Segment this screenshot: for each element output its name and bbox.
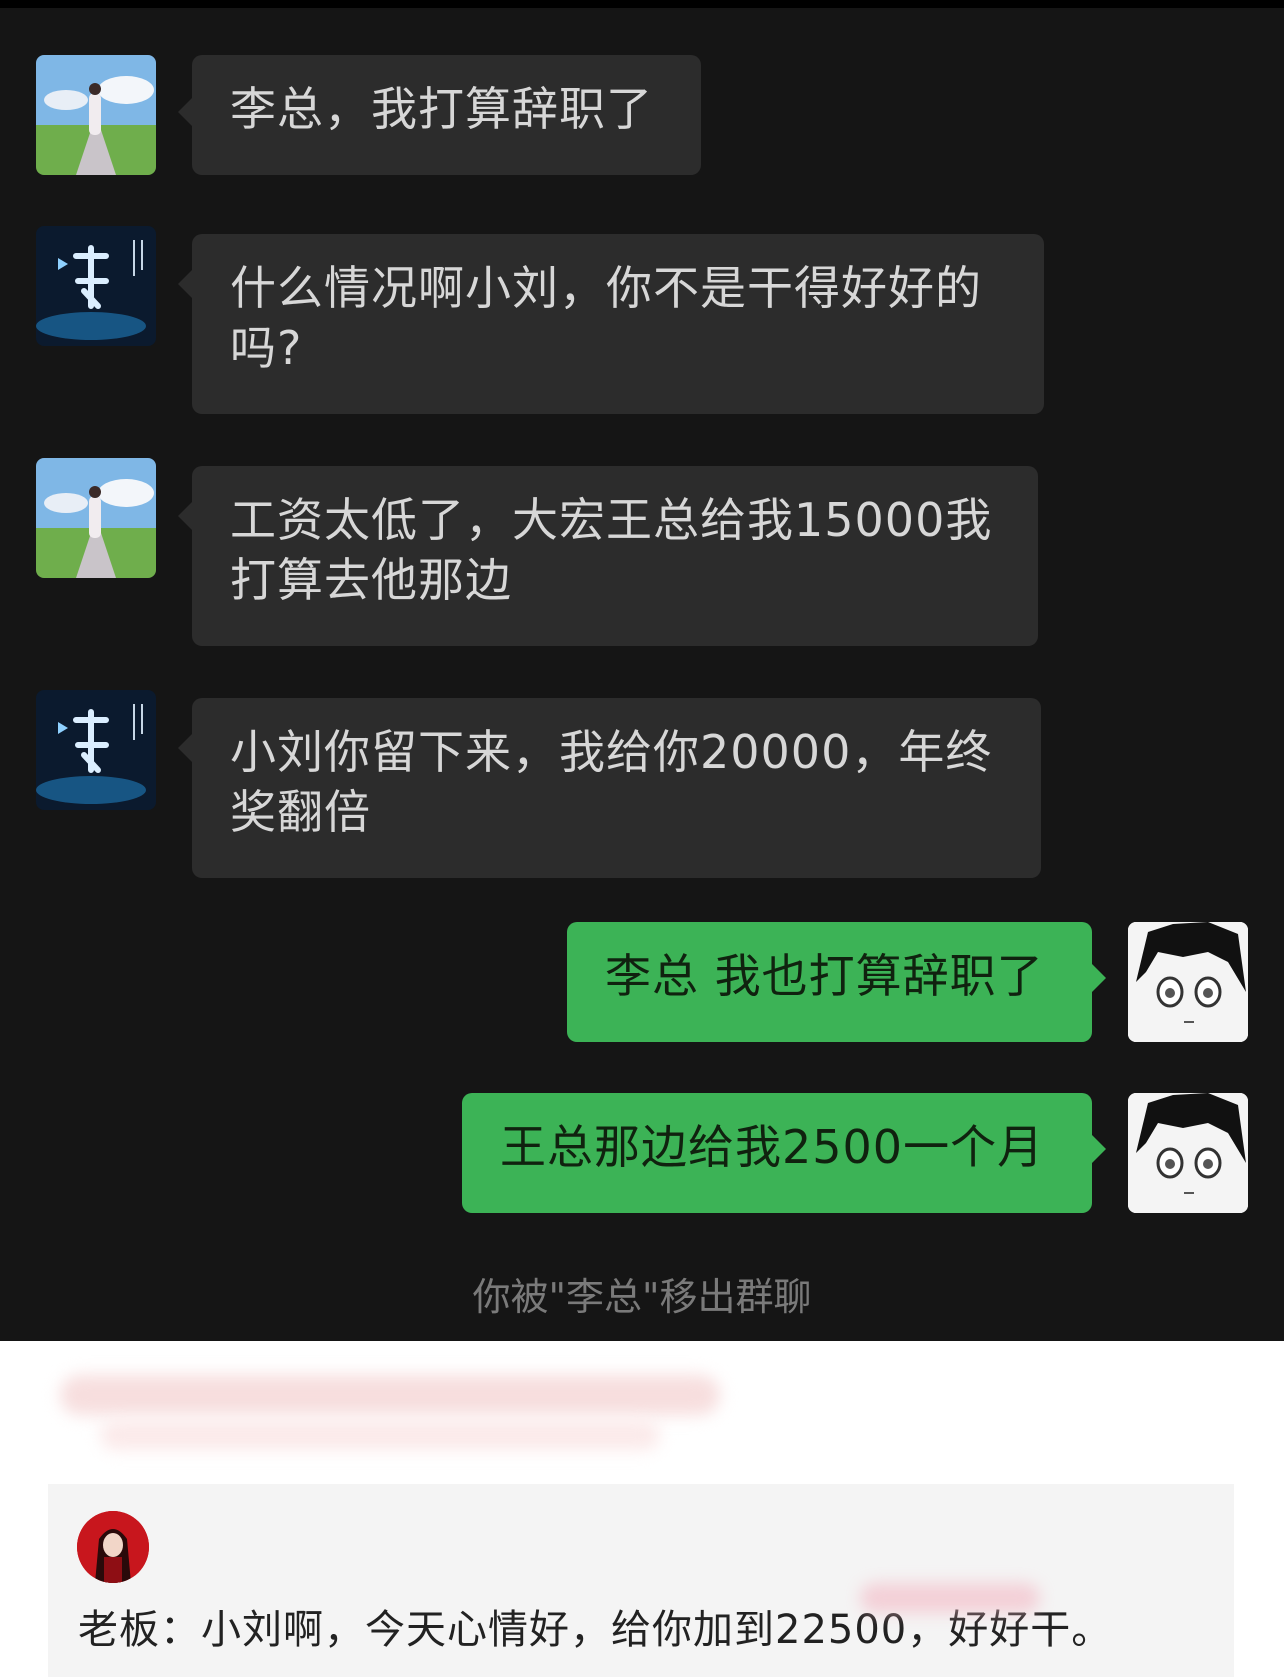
bubble-tail: [178, 270, 192, 298]
bubble-tail: [178, 502, 192, 530]
chat-screenshot: 李总，我打算辞职了 什么情况啊小刘，你不是干得好好的吗? 工资太低了，大宏王总给…: [0, 0, 1284, 1341]
message-bubble-outgoing[interactable]: 李总 我也打算辞职了: [567, 922, 1092, 1042]
red-anime-avatar[interactable]: [77, 1511, 149, 1583]
message-text: 小刘你留下来，我给你20000，年终奖翻倍: [230, 725, 993, 839]
message-text: 工资太低了，大宏王总给我15000我打算去他那边: [230, 493, 993, 607]
message-text: 李总，我打算辞职了: [230, 82, 653, 136]
system-notice: 你被"李总"移出群聊: [472, 1275, 812, 1319]
message-text: 李总 我也打算辞职了: [605, 949, 1044, 1003]
bubble-tail: [178, 734, 192, 762]
message-text: 什么情况啊小刘，你不是干得好好的吗?: [230, 261, 982, 375]
li-calligraphy-avatar[interactable]: [36, 226, 156, 346]
girl-on-road-avatar[interactable]: [36, 458, 156, 578]
message-bubble-outgoing[interactable]: 王总那边给我2500一个月: [462, 1093, 1092, 1213]
message-bubble-incoming[interactable]: 什么情况啊小刘，你不是干得好好的吗?: [192, 234, 1044, 414]
redaction-smear: [60, 1375, 720, 1415]
redaction-smear: [100, 1420, 660, 1450]
message-bubble-incoming[interactable]: 工资太低了，大宏王总给我15000我打算去他那边: [192, 466, 1038, 646]
bubble-tail: [1092, 1135, 1106, 1163]
bubble-tail: [178, 98, 192, 126]
message-bubble-incoming[interactable]: 李总，我打算辞职了: [192, 55, 701, 175]
redaction-smear: [860, 1583, 1040, 1613]
manga-boy-avatar[interactable]: [1128, 922, 1248, 1042]
manga-boy-avatar[interactable]: [1128, 1093, 1248, 1213]
bubble-tail: [1092, 964, 1106, 992]
girl-on-road-avatar[interactable]: [36, 55, 156, 175]
message-text: 王总那边给我2500一个月: [500, 1120, 1045, 1174]
li-calligraphy-avatar[interactable]: [36, 690, 156, 810]
message-bubble-incoming[interactable]: 小刘你留下来，我给你20000，年终奖翻倍: [192, 698, 1041, 878]
comment-text: 老板：小刘啊，今天心情好，给你加到22500，好好干。: [78, 1607, 1113, 1653]
